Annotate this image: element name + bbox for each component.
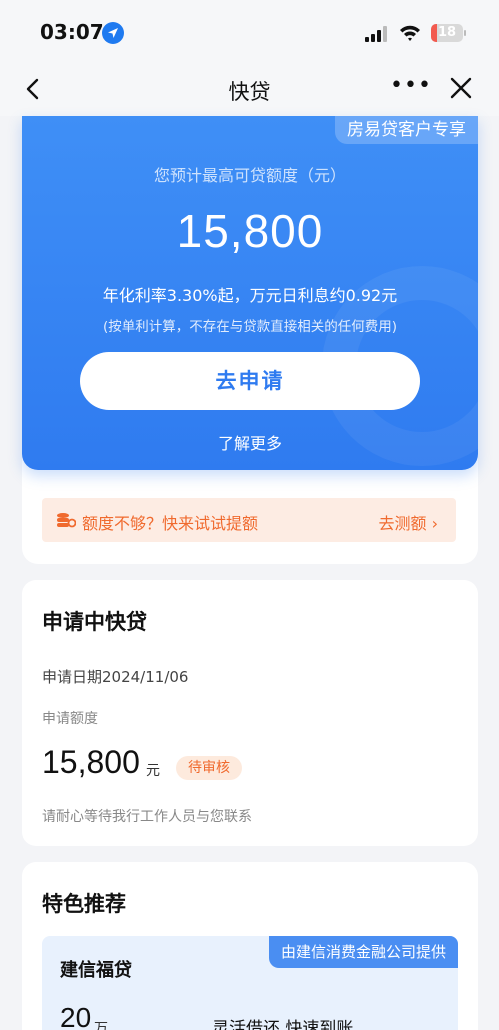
- product-name: 建信福贷: [60, 960, 132, 981]
- product-slogan: 灵活借还 快速到账: [212, 1019, 354, 1030]
- status-badge: 待审核: [176, 756, 242, 780]
- recommendation-card: 特色推荐 由建信消费金融公司提供 建信福贷 20 万 灵活借还 快速到账: [22, 862, 478, 1030]
- more-icon[interactable]: •••: [390, 73, 432, 98]
- application-amount-label: 申请额度: [42, 711, 98, 727]
- wifi-icon: [400, 25, 420, 41]
- battery-percent: 18: [437, 25, 457, 40]
- location-arrow-icon: [102, 22, 124, 44]
- application-card[interactable]: 申请中快贷 申请日期2024/11/06 申请额度 15,800 元 待审核 请…: [22, 580, 478, 846]
- boost-quota-banner[interactable]: 额度不够？快来试试提额 去测额 ›: [42, 498, 456, 542]
- status-bar: 03:07 18: [0, 0, 499, 62]
- learn-more-link[interactable]: 了解更多: [22, 430, 478, 454]
- quota-amount: 15,800: [176, 205, 324, 257]
- battery-icon: 18: [431, 24, 463, 42]
- close-icon[interactable]: [448, 75, 474, 101]
- nav-bar: 快贷 •••: [0, 62, 499, 116]
- client-tag: 房易贷客户专享: [335, 116, 478, 144]
- application-amount-unit: 元: [146, 763, 160, 779]
- recommendation-title: 特色推荐: [42, 892, 126, 916]
- product-card[interactable]: 由建信消费金融公司提供 建信福贷 20 万 灵活借还 快速到账: [42, 936, 458, 1030]
- rate-note: (按单利计算，不存在与贷款直接相关的任何费用): [102, 319, 398, 335]
- product-amount-unit: 万: [94, 1021, 108, 1030]
- application-amount: 15,800: [42, 744, 140, 780]
- quota-caption: 您预计最高可贷额度（元）: [153, 166, 346, 185]
- coin-stack-icon: [57, 513, 76, 528]
- test-quota-link[interactable]: 去测额 ›: [379, 510, 439, 534]
- status-time: 03:07: [40, 20, 104, 44]
- boost-text: 额度不够？快来试试提额: [82, 514, 259, 533]
- application-title: 申请中快贷: [42, 610, 147, 634]
- provider-tag: 由建信消费金融公司提供: [268, 936, 458, 968]
- quota-card: 房易贷客户专享 您预计最高可贷额度（元） 15,800 年化利率3.30%起，万…: [22, 116, 478, 470]
- back-chevron-icon[interactable]: [20, 75, 48, 103]
- apply-button[interactable]: 去申请: [80, 352, 420, 410]
- rate-line: 年化利率3.30%起，万元日利息约0.92元: [102, 286, 398, 305]
- cellular-signal-icon: [365, 26, 391, 42]
- product-amount: 20: [60, 1002, 92, 1030]
- application-date: 申请日期2024/11/06: [42, 668, 189, 686]
- battery-cap: [464, 30, 466, 36]
- application-note: 请耐心等待我行工作人员与您联系: [42, 809, 252, 825]
